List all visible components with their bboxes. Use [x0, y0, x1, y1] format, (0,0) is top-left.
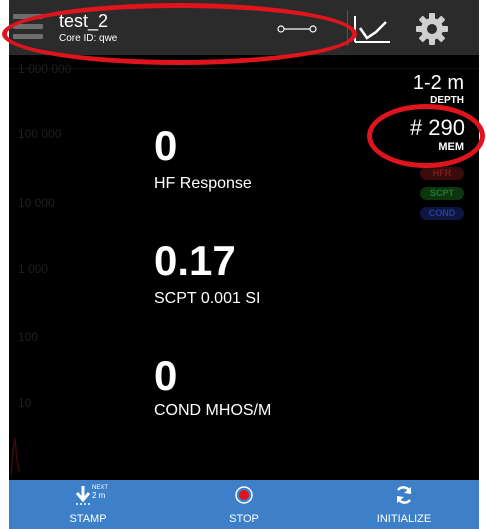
- gear-icon[interactable]: [415, 12, 449, 46]
- cond-badge[interactable]: COND: [420, 207, 464, 220]
- initialize-label: INITIALIZE: [376, 513, 432, 525]
- axis-label: 10 000: [18, 196, 55, 210]
- axis-label: 10: [18, 396, 32, 410]
- stamp-button[interactable]: NEXT 2 m STAMP: [53, 480, 123, 529]
- next-value: 2 m: [92, 491, 106, 500]
- stop-button[interactable]: STOP: [209, 480, 279, 529]
- refresh-icon: [396, 486, 412, 504]
- scpt-label: SCPT 0.001 SI: [154, 290, 261, 307]
- record-icon: [235, 486, 253, 504]
- axis-gridline: [9, 68, 479, 69]
- graph-trace: [10, 437, 20, 475]
- hf-response-label: HF Response: [154, 175, 252, 192]
- hfr-badge[interactable]: HFR: [420, 167, 464, 180]
- mem-highlight-ellipse: [367, 104, 485, 168]
- axis-label: 100 000: [18, 127, 62, 141]
- stamp-label: STAMP: [69, 513, 107, 525]
- stop-label: STOP: [229, 513, 259, 525]
- scpt-value: 0.17: [154, 237, 236, 284]
- cond-label: COND MHOS/M: [154, 402, 272, 419]
- graph-icon[interactable]: [352, 14, 392, 44]
- header-highlight-ellipse: [2, 3, 357, 65]
- scpt-badge[interactable]: SCPT: [420, 187, 464, 200]
- next-depth: NEXT 2 m: [92, 485, 108, 501]
- axis-label: 1 000 000: [18, 62, 72, 76]
- axis-label: 100: [18, 330, 39, 344]
- bottom-toolbar: NEXT 2 m STAMP STOP INITIALIZE: [9, 480, 479, 529]
- hf-response-value: 0: [154, 122, 178, 169]
- initialize-button[interactable]: INITIALIZE: [364, 480, 444, 529]
- cond-value: 0: [154, 352, 178, 399]
- app-frame: 1 000 000 100 000 10 000 1 000 100 10 te…: [9, 0, 479, 529]
- depth-value: 1-2 m: [412, 72, 464, 94]
- axis-label: 1 000: [18, 262, 49, 276]
- stamp-down-icon: [75, 486, 91, 505]
